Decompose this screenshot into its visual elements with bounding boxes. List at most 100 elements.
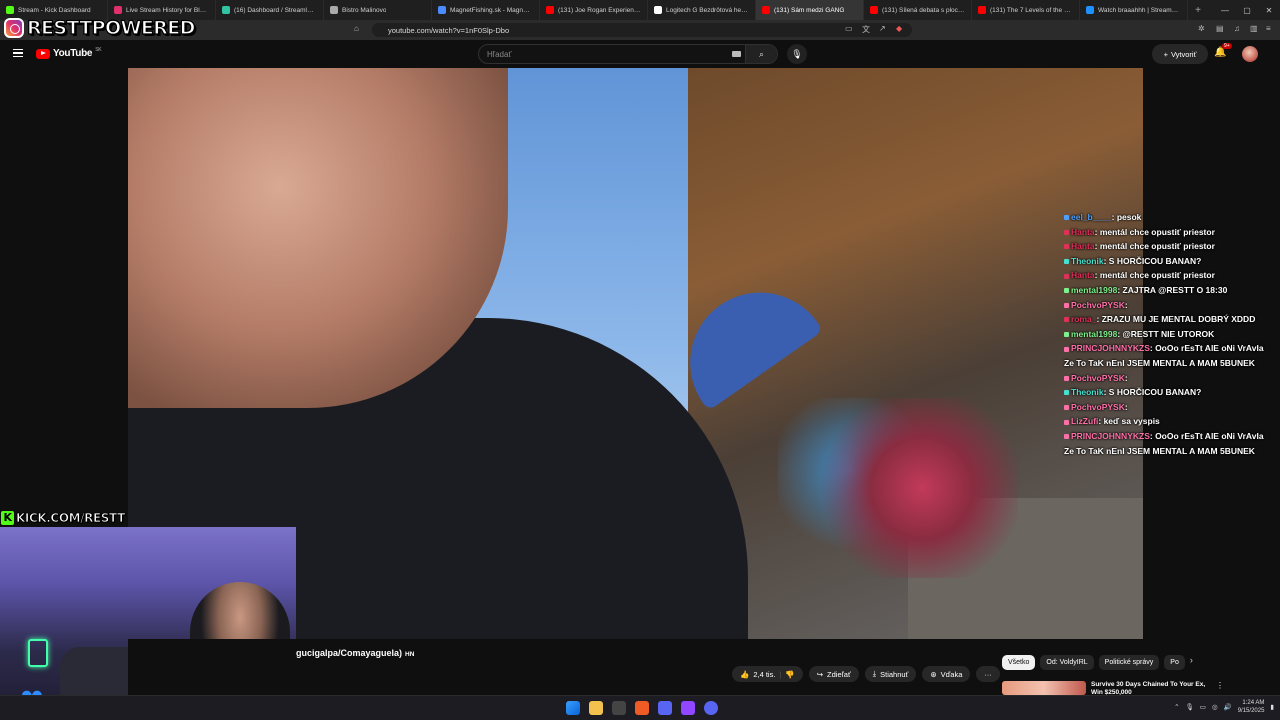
browser-tab[interactable]: Bistro Malinovo [324, 0, 432, 20]
recommended-video[interactable]: Survive 30 Days Chained To Your Ex, Win … [1002, 681, 1272, 695]
dislike-icon[interactable]: 👎 [785, 670, 794, 679]
search-box[interactable]: Hľadať ⌕ [478, 44, 778, 64]
browser-tab[interactable]: Logitech G Bezdrôtová herná m [648, 0, 756, 20]
recommended-thumbnail[interactable] [1002, 681, 1086, 695]
browser-tab[interactable]: (131) Joe Rogan Experience # [540, 0, 648, 20]
brand-text: RESTTPOWERED [26, 16, 196, 39]
url-input[interactable]: youtube.com/watch?v=1nF0Slp-Dbo [372, 23, 912, 37]
chat-message: mental1998: ZAJTRA @RESTT O 18:30 [1064, 283, 1274, 298]
minimize-icon[interactable]: — [1214, 6, 1236, 15]
chip-all[interactable]: Všetko [1002, 655, 1036, 670]
menu-icon[interactable]: ≡ [1266, 24, 1271, 33]
search-input[interactable]: Hľadať [487, 50, 511, 59]
chat-username: Hanta [1071, 241, 1095, 252]
maximize-icon[interactable]: ▢ [1236, 6, 1258, 15]
tab-favicon-icon [114, 6, 122, 14]
recommended-title[interactable]: Survive 30 Days Chained To Your Ex, Win … [1091, 681, 1211, 695]
microphone-icon: 🎙 [791, 48, 803, 59]
chat-message: Theonik: S HORČICOU BANAN? [1064, 385, 1274, 400]
start-icon[interactable] [566, 701, 580, 715]
search-button[interactable]: ⌕ [745, 45, 777, 63]
download-button[interactable]: ⤓ Stiahnuť [864, 666, 917, 682]
account-avatar[interactable] [1242, 46, 1258, 62]
like-dislike-group: 👍 2,4 tis. | 👎 [732, 666, 803, 682]
chat-text: : ZRAZU MU JE MENTAL DOBRÝ XDDD [1096, 314, 1256, 325]
browser-tab[interactable]: (131) Sám medzi GANG [756, 0, 864, 20]
recommendation-filter-chips: Všetko Od: VoldyIRL Politické správy Po … [1002, 655, 1193, 670]
chat-message: mental1998: @RESTT NIE UTOROK [1064, 327, 1274, 342]
more-actions-button[interactable]: ··· [976, 666, 1000, 682]
tray-chevron-icon[interactable]: ⌃ [1174, 703, 1179, 711]
chat-username: Hanta [1071, 270, 1095, 281]
share-icon: ↪ [816, 669, 824, 679]
notification-center-icon[interactable]: ▮ [1270, 703, 1274, 711]
chat-username: mental1998 [1071, 284, 1118, 295]
browser-tab[interactable]: (131) Šílená debata s plochoz [864, 0, 972, 20]
chat-message: PochvoPYSK: [1064, 400, 1274, 415]
browser-tab[interactable]: MagnetFishing.sk - Magnety a [432, 0, 540, 20]
kick-url-overlay: K KICK.COM/RESTT [1, 509, 126, 526]
tab-favicon-icon [870, 6, 878, 14]
share-page-icon[interactable]: ↗ [879, 24, 886, 33]
discord-icon[interactable] [704, 701, 718, 715]
chat-username: Theonik [1071, 387, 1104, 398]
keyboard-icon[interactable] [732, 51, 741, 57]
like-count[interactable]: 2,4 tis. [753, 670, 775, 679]
chat-username: PRINCJOHNNYKZS [1071, 343, 1150, 354]
youtube-logo[interactable]: YouTube SK [36, 47, 102, 59]
thanks-label: Vďaka [940, 669, 963, 679]
chip-political-news[interactable]: Politické správy [1098, 655, 1160, 670]
page-scrollbar[interactable] [1273, 40, 1280, 695]
browser-tab[interactable]: (131) The 7 Levels of the Psych [972, 0, 1080, 20]
share-button[interactable]: ↪ Zdieľať [808, 666, 859, 682]
bookmark-icon[interactable]: ⌂ [354, 24, 359, 33]
chat-username: Hanta [1071, 226, 1095, 237]
tab-favicon-icon [6, 6, 14, 14]
tab-favicon-icon [978, 6, 986, 14]
file-explorer-icon[interactable] [589, 701, 603, 715]
media-icon[interactable]: ♫ [1234, 24, 1240, 33]
kebab-menu-icon[interactable]: ⋮ [1216, 681, 1224, 695]
network-icon[interactable]: ◎ [1212, 703, 1218, 711]
twitch-icon[interactable] [681, 701, 695, 715]
mic-tray-icon[interactable]: 🎙 [1186, 703, 1194, 711]
browser-tab[interactable]: Watch braaahhh | Streamable [1080, 0, 1188, 20]
brave-browser-icon[interactable] [635, 701, 649, 715]
share-label: Zdieľať [827, 669, 851, 679]
clock[interactable]: 1:24 AM 9/15/2025 [1238, 699, 1265, 715]
create-button[interactable]: + Vytvoriť [1152, 44, 1208, 64]
extensions-icon[interactable]: ✲ [1198, 24, 1205, 33]
hamburger-menu-icon[interactable] [13, 49, 23, 57]
cast-icon[interactable]: ▭ [845, 24, 853, 33]
sidebar-icon[interactable]: ▤ [1216, 24, 1224, 33]
chat-text: : mentál chce opustiť priestor [1094, 241, 1215, 252]
brave-shield-icon[interactable]: ◆ [896, 24, 902, 33]
display-icon[interactable]: ▭ [1200, 703, 1206, 711]
tab-favicon-icon [222, 6, 230, 14]
chip-from-channel[interactable]: Od: VoldyIRL [1040, 655, 1094, 670]
chat-badge-icon [1064, 273, 1069, 279]
chip-more[interactable]: Po [1164, 655, 1185, 670]
tab-title: Stream - Kick Dashboard [18, 6, 91, 14]
volume-icon[interactable]: 🔊 [1224, 703, 1232, 711]
chat-username: mental1998 [1071, 328, 1118, 339]
browser-tab[interactable]: (16) Dashboard / Streamlabs [216, 0, 324, 20]
chat-username: LizZufi [1071, 416, 1099, 427]
obs-icon[interactable] [658, 701, 672, 715]
new-tab-button[interactable]: + [1188, 5, 1208, 16]
plus-icon: + [1163, 49, 1168, 59]
terminal-icon[interactable] [612, 701, 626, 715]
tab-favicon-icon [762, 6, 770, 14]
voice-search-button[interactable]: 🎙 [787, 44, 807, 64]
translate-icon[interactable]: 文 [862, 24, 870, 35]
like-icon[interactable]: 👍 [740, 670, 749, 679]
youtube-play-icon [36, 48, 50, 59]
thanks-button[interactable]: ⊛ Vďaka [922, 666, 971, 682]
tab-title: Bistro Malinovo [342, 6, 387, 14]
chevron-right-icon[interactable]: › [1190, 655, 1193, 670]
more-icon: ··· [984, 669, 992, 679]
wallet-icon[interactable]: ▥ [1250, 24, 1258, 33]
youtube-logo-text: YouTube [53, 48, 93, 59]
close-window-icon[interactable]: ✕ [1258, 6, 1280, 15]
tab-favicon-icon [546, 6, 554, 14]
